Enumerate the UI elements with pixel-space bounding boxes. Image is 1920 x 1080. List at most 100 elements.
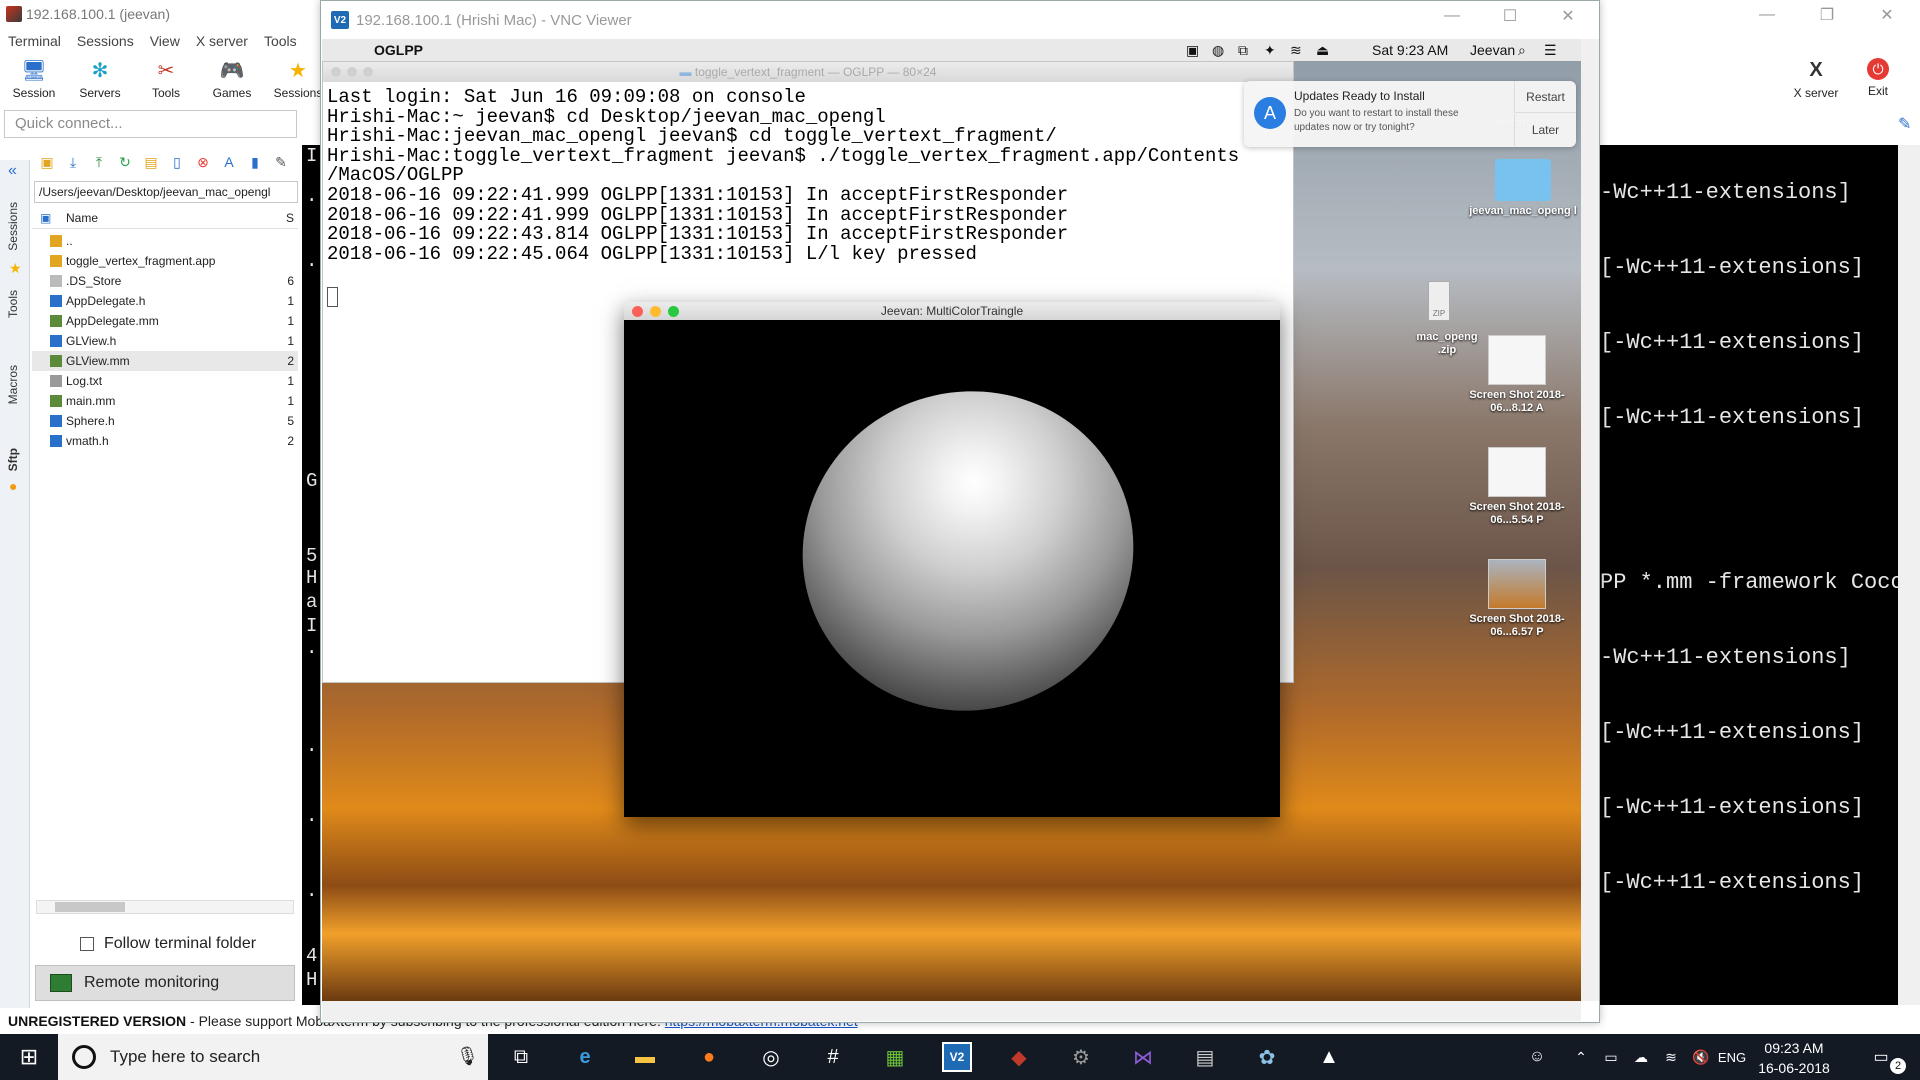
obs-icon[interactable]: ◎ [756,1042,786,1072]
permissions-icon[interactable]: ▮ [246,153,264,171]
gl-zoom-icon[interactable] [668,306,679,317]
attach-icon[interactable]: ✎ [1898,114,1911,134]
vnc-status-icon[interactable]: ▣ [1186,42,1199,59]
spotlight-icon[interactable]: ⌕ [1518,42,1526,59]
file-explorer-icon[interactable]: ▬ [630,1042,660,1072]
photos-icon[interactable]: ▲ [1314,1042,1344,1072]
quick-connect-input[interactable]: Quick connect... [4,110,297,138]
sftp-path-input[interactable]: /Users/jeevan/Desktop/jeevan_mac_opengl [34,181,298,203]
desktop-icon-screenshot-3[interactable]: Screen Shot 2018-06...6.57 P [1462,559,1572,639]
later-button[interactable]: Later [1514,114,1576,146]
restart-button[interactable]: Restart [1514,81,1576,113]
column-size[interactable]: S [286,211,294,225]
volume-muted-icon[interactable]: 🔇 [1686,1042,1716,1072]
term-close-icon[interactable] [331,67,341,77]
folder-up-icon[interactable]: ▣ [38,153,56,171]
collapse-icon[interactable]: « [8,162,17,180]
rename-icon[interactable]: A [220,153,238,171]
slack-icon[interactable]: # [818,1042,848,1072]
edge-icon[interactable]: e [570,1042,600,1072]
sftp-horizontal-scrollbar[interactable] [36,900,294,914]
sftp-file-row[interactable]: .DS_Store 6 [32,271,298,291]
zip-file-icon[interactable]: ZIP [1428,281,1450,321]
menu-tools[interactable]: Tools [256,30,305,52]
sftp-file-row[interactable]: Log.txt 1 [32,371,298,391]
desktop-icon-screenshot-2[interactable]: Screen Shot 2018-06...5.54 P [1462,447,1572,527]
follow-terminal-folder[interactable]: Follow terminal folder [80,935,256,953]
moba-terminal-scrollbar[interactable] [1898,145,1920,1005]
vnc-maximize-icon[interactable]: ☐ [1483,1,1537,31]
sftp-file-row[interactable]: .. [32,231,298,251]
edit-icon[interactable]: ✎ [272,153,290,171]
sftp-file-row[interactable]: main.mm 1 [32,391,298,411]
desktop-icon-folder[interactable]: jeevan_mac_openg l [1468,159,1578,218]
close-icon[interactable]: ✕ [1860,0,1914,30]
upload-icon[interactable]: ⤒ [90,153,108,171]
people-icon[interactable]: ☺ [1522,1042,1552,1072]
windows-start-icon[interactable]: ⊞ [0,1034,58,1080]
servers-button[interactable]: ✻ Servers [68,56,132,106]
tab-macros[interactable]: Macros [6,365,20,404]
microphone-icon[interactable]: 🎙 [456,1046,479,1067]
sftp-file-row[interactable]: GLView.mm 2 [32,351,298,371]
new-folder-icon[interactable]: ▤ [142,153,160,171]
mac-app-menu[interactable]: OGLPP [374,42,423,58]
taskbar-search-input[interactable]: Type here to search 🎙 [58,1034,488,1080]
paint-palette-icon[interactable]: ✿ [1252,1042,1282,1072]
notepad-plus-icon[interactable]: ▦ [880,1042,910,1072]
gear-icon[interactable]: ✦ [1264,42,1276,59]
vnc-minimize-icon[interactable]: — [1425,1,1479,31]
update-notification[interactable]: A Updates Ready to Install Do you want t… [1244,81,1576,147]
sftp-file-row[interactable]: AppDelegate.mm 1 [32,311,298,331]
menu-terminal[interactable]: Terminal [0,30,69,52]
vnc-close-icon[interactable]: ✕ [1541,1,1595,31]
gl-minimize-icon[interactable] [650,306,661,317]
new-file-icon[interactable]: ▯ [168,153,186,171]
term-minimize-icon[interactable] [347,67,357,77]
notification-center-icon[interactable]: ☰ [1544,42,1557,59]
sftp-file-row[interactable]: GLView.h 1 [32,331,298,351]
git-icon[interactable]: ◆ [1004,1042,1034,1072]
mac-user-menu[interactable]: Jeevan [1470,42,1515,58]
sftp-file-row[interactable]: vmath.h 2 [32,431,298,451]
settings-gear-icon[interactable]: ⚙ [1066,1042,1096,1072]
sftp-file-row[interactable]: toggle_vertex_fragment.app [32,251,298,271]
exit-button[interactable]: ⏻ Exit [1854,56,1902,106]
delete-icon[interactable]: ⊗ [194,153,212,171]
download-icon[interactable]: ⤓ [64,153,82,171]
taskbar-clock[interactable]: 09:23 AM 16-06-2018 [1752,1038,1836,1078]
menu-view[interactable]: View [142,30,188,52]
visual-studio-icon[interactable]: ⋈ [1128,1042,1158,1072]
gl-close-icon[interactable] [632,306,643,317]
chevron-up-icon[interactable]: ⌃ [1566,1042,1596,1072]
tools-button[interactable]: ✂ Tools [134,56,198,106]
refresh-icon[interactable]: ↻ [116,153,134,171]
opengl-window[interactable]: Jeevan: MultiColorTraingle [624,302,1280,817]
vnc-viewer-icon[interactable]: V2 [942,1042,972,1072]
sftp-file-row[interactable]: AppDelegate.h 1 [32,291,298,311]
checkbox-icon[interactable]: ▣ [40,211,51,225]
session-button[interactable]: 🖥 Session [2,56,66,106]
wifi-icon[interactable]: ≋ [1290,42,1302,59]
language-indicator[interactable]: ENG [1714,1042,1750,1072]
remote-monitoring-button[interactable]: Remote monitoring [35,965,295,1001]
term-zoom-icon[interactable] [363,67,373,77]
scroll-thumb[interactable] [55,902,125,912]
vnc-vertical-scrollbar[interactable] [1581,39,1599,1001]
moba-right-terminal[interactable]: -Wc++11-extensions] [-Wc++11-extensions] [… [1600,145,1920,1005]
eject-icon[interactable]: ⏏ [1316,42,1329,59]
onedrive-icon[interactable]: ☁ [1626,1042,1656,1072]
sftp-file-row[interactable]: Sphere.h 5 [32,411,298,431]
tab-sftp[interactable]: Sftp [6,448,20,471]
paint-icon[interactable]: ▤ [1190,1042,1220,1072]
desktop-icon-screenshot-1[interactable]: Screen Shot 2018-06...8.12 A [1462,335,1572,415]
battery-icon[interactable]: ▭ [1596,1042,1626,1072]
mac-clock[interactable]: Sat 9:23 AM [1372,42,1448,58]
tab-tools[interactable]: Tools [6,290,20,318]
column-name[interactable]: Name [66,211,98,225]
games-button[interactable]: 🎮 Games [200,56,264,106]
task-view-icon[interactable]: ⧉ [506,1042,536,1072]
display-icon[interactable]: ⧉ [1238,42,1248,59]
network-icon[interactable]: ≋ [1656,1042,1686,1072]
restore-icon[interactable]: ❐ [1800,0,1854,30]
